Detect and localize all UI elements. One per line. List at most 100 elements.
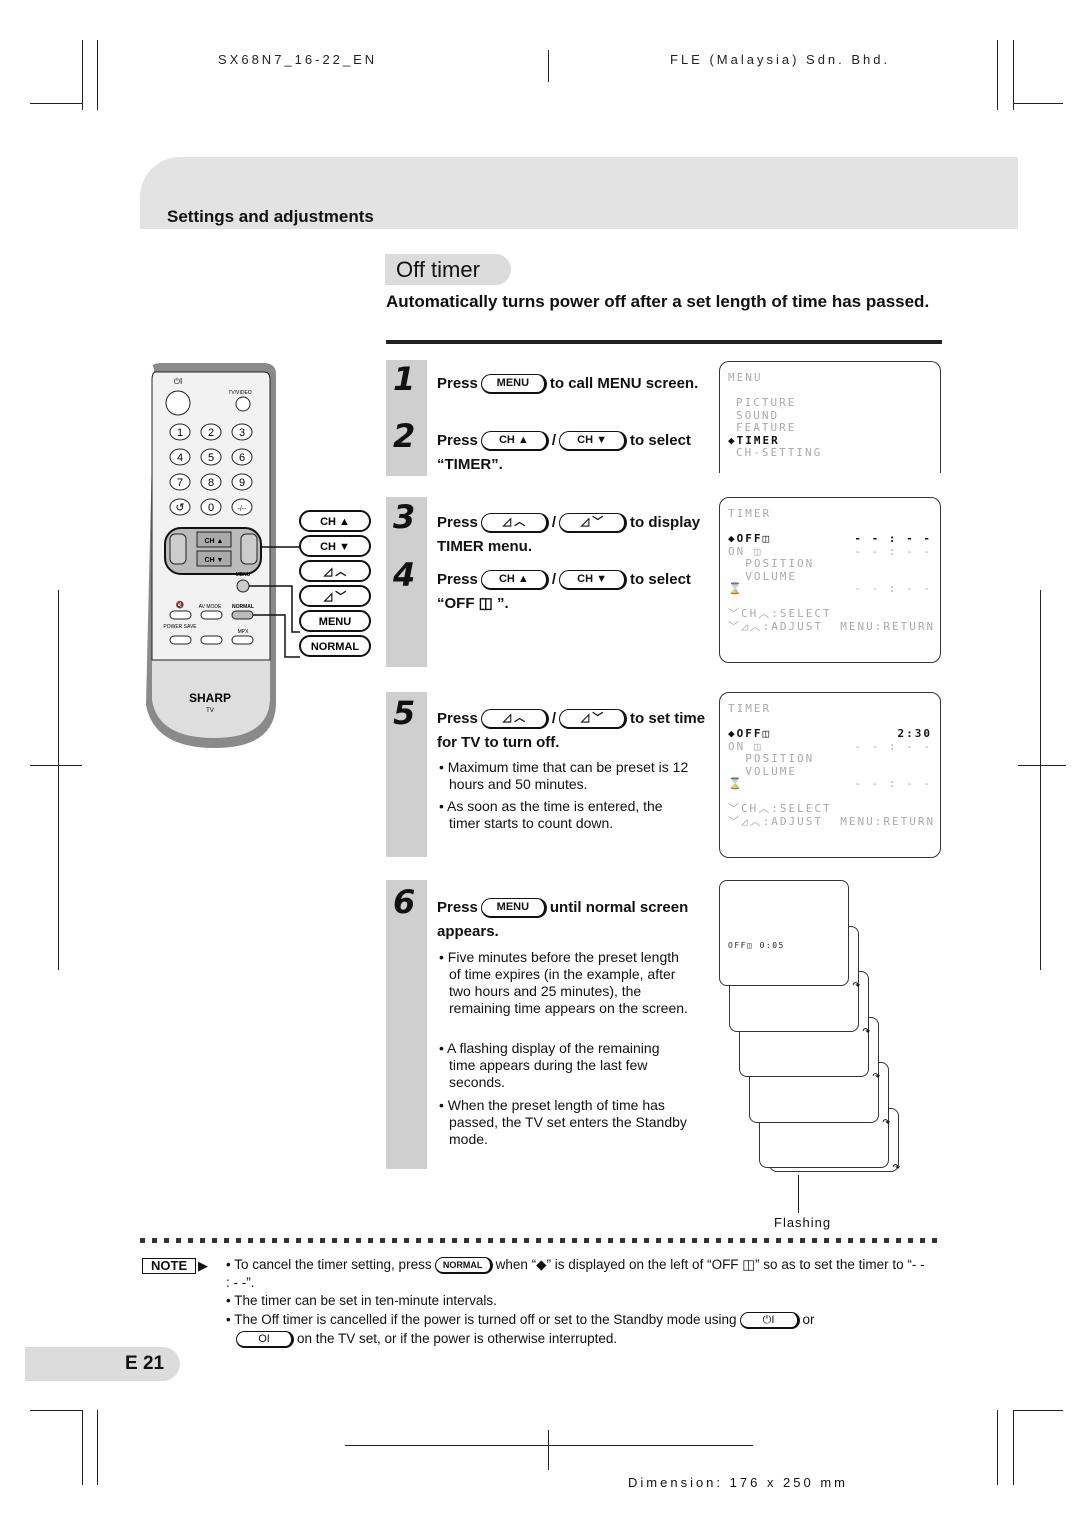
step-5: Press ◿ ︿ / ◿ ﹀ to set time for TV to turn o… bbox=[437, 709, 706, 751]
note-2: • The timer can be set in ten-minute int… bbox=[226, 1293, 497, 1308]
step-number: 2 bbox=[393, 417, 416, 455]
svg-text:8: 8 bbox=[208, 477, 214, 489]
volume-up-key: ◿ ︿ bbox=[480, 513, 549, 534]
step-6: Press MENU until normal screen appears. bbox=[437, 898, 689, 940]
menu-key: MENU bbox=[480, 374, 547, 395]
svg-text:2: 2 bbox=[208, 427, 214, 439]
svg-text:3: 3 bbox=[239, 427, 245, 439]
svg-text:CH ▲: CH ▲ bbox=[320, 516, 350, 528]
step-number: 5 bbox=[393, 694, 416, 732]
step-6-note: • Five minutes before the preset length … bbox=[439, 949, 688, 1016]
remote-callouts: CH ▲ CH ▼ ◿ ︿ ◿ ﹀ MENU NORMAL bbox=[299, 510, 371, 657]
svg-text:↺: ↺ bbox=[175, 502, 184, 514]
digit-key: -/-- bbox=[231, 498, 253, 516]
page-number: E 21 bbox=[25, 1347, 180, 1381]
crop-mark bbox=[548, 1430, 549, 1470]
remote-control-illustration: ⏻I TV/VIDEO 1 2 3 4 5 6 7 8 9 ↺ 0 -/-- CH ▲ CH ▼ ME… bbox=[146, 363, 371, 748]
crop-mark bbox=[548, 50, 549, 82]
step-5-note: • As soon as the time is entered, the ti… bbox=[439, 798, 663, 831]
remote-ch-up: CH ▲ bbox=[205, 538, 224, 545]
svg-text:MPX: MPX bbox=[238, 629, 250, 635]
timer-screen: TIMER ◆OFF◫ 2:30 ON ◫ - - : - - POSITION VOL… bbox=[719, 692, 941, 858]
note-3: • The Off timer is cancelled if the powe… bbox=[226, 1311, 815, 1348]
digit-key: 8 bbox=[200, 473, 222, 491]
svg-text:CH ▼: CH ▼ bbox=[320, 541, 350, 553]
crop-mark bbox=[345, 1445, 753, 1446]
svg-text:5: 5 bbox=[208, 452, 214, 464]
svg-text:0: 0 bbox=[208, 502, 214, 514]
note-1: • To cancel the timer setting, press NORM… bbox=[226, 1256, 925, 1290]
digit-key: ↺ bbox=[169, 498, 191, 516]
callout-key: CH ▼ bbox=[299, 535, 371, 557]
section-title: Settings and adjustments bbox=[167, 207, 374, 226]
step-number: 1 bbox=[393, 360, 416, 398]
volume-down-key: ◿ ﹀ bbox=[559, 709, 628, 730]
svg-text:⏻I: ⏻I bbox=[174, 377, 183, 386]
digit-key: 0 bbox=[200, 498, 222, 516]
flashing-pointer bbox=[798, 1175, 799, 1213]
doc-code: SX68N7_16-22_EN bbox=[218, 52, 378, 67]
crop-mark bbox=[1013, 40, 1014, 110]
crop-mark bbox=[997, 1410, 998, 1485]
remote-menu-button bbox=[236, 579, 250, 593]
digit-key: 9 bbox=[231, 473, 253, 491]
page-title: Off timer bbox=[385, 254, 511, 285]
step-4: Press CH ▲ / CH ▼ to select “OFF ◫ ”. bbox=[437, 570, 691, 612]
svg-text:7: 7 bbox=[177, 477, 183, 489]
digit-key: 3 bbox=[231, 423, 253, 441]
digit-key: 6 bbox=[231, 448, 253, 466]
crop-mark bbox=[82, 40, 83, 110]
crop-mark bbox=[1040, 590, 1041, 970]
svg-text:TV: TV bbox=[206, 708, 214, 714]
note-arrow: ▶ bbox=[198, 1258, 208, 1273]
crop-mark bbox=[1013, 1410, 1063, 1411]
crop-mark bbox=[30, 765, 82, 766]
step-number: 3 bbox=[393, 498, 416, 536]
digit-key: 4 bbox=[169, 448, 191, 466]
menu-screen: MENU PICTURE SOUND FEATURE ◆TIMER CH-SET… bbox=[719, 361, 941, 473]
remote-ch-down: CH ▼ bbox=[205, 557, 224, 564]
callout-key: NORMAL bbox=[299, 635, 371, 657]
lead-text: Automatically turns power off after a se… bbox=[386, 292, 930, 311]
title-rule bbox=[386, 340, 942, 344]
crop-mark bbox=[58, 590, 59, 970]
ch-up-key: CH ▲ bbox=[480, 431, 549, 452]
digit-key: 7 bbox=[169, 473, 191, 491]
svg-text:◿ ︿: ◿ ︿ bbox=[323, 566, 347, 578]
crop-mark bbox=[82, 1410, 83, 1485]
svg-text:MENU: MENU bbox=[236, 572, 251, 578]
digit-key: 5 bbox=[200, 448, 222, 466]
crop-mark bbox=[30, 103, 82, 104]
crop-mark bbox=[97, 40, 98, 110]
volume-down-key: ◿ ﹀ bbox=[559, 513, 628, 534]
step-6-note: • When the preset length of time has pas… bbox=[439, 1097, 687, 1147]
step-number: 4 bbox=[393, 556, 416, 594]
callout-key: ◿ ﹀ bbox=[299, 585, 371, 607]
crop-mark bbox=[30, 1410, 82, 1411]
ch-up-key: CH ▲ bbox=[480, 570, 549, 591]
dimension-footer: Dimension: 176 x 250 mm bbox=[628, 1475, 849, 1490]
svg-text:◿ ﹀: ◿ ﹀ bbox=[323, 589, 347, 603]
svg-text:9: 9 bbox=[239, 477, 245, 489]
timer-screen: TIMER ◆OFF◫ - - : - - ON ◫ - - : - - POSITIO… bbox=[719, 497, 941, 663]
svg-text:NORMAL: NORMAL bbox=[311, 641, 360, 653]
step-1: Press MENU to call MENU screen. bbox=[437, 372, 707, 396]
step-6-note: • A flashing display of the remaining ti… bbox=[439, 1040, 660, 1090]
publisher: FLE (Malaysia) Sdn. Bhd. bbox=[670, 52, 891, 67]
step-3: Press ◿ ︿ / ◿ ﹀ to display TIMER menu. bbox=[437, 513, 701, 555]
svg-text:-/--: -/-- bbox=[238, 506, 248, 513]
ch-down-key: CH ▼ bbox=[559, 431, 628, 452]
digit-key: 2 bbox=[200, 423, 222, 441]
svg-text:4: 4 bbox=[177, 452, 183, 464]
menu-key: MENU bbox=[480, 898, 547, 919]
step-2: Press CH ▲ / CH ▼ to select “TIMER”. bbox=[437, 431, 691, 473]
ch-down-key: CH ▼ bbox=[559, 570, 628, 591]
svg-text:6: 6 bbox=[239, 452, 245, 464]
dotted-divider bbox=[140, 1238, 942, 1243]
step-bar bbox=[386, 880, 427, 1169]
digit-key: 1 bbox=[169, 423, 191, 441]
svg-text:POWER SAVE: POWER SAVE bbox=[163, 624, 197, 630]
step-5-note: • Maximum time that can be preset is 12 … bbox=[439, 759, 689, 792]
callout-key: ◿ ︿ bbox=[299, 560, 371, 582]
crop-mark bbox=[1013, 103, 1063, 104]
